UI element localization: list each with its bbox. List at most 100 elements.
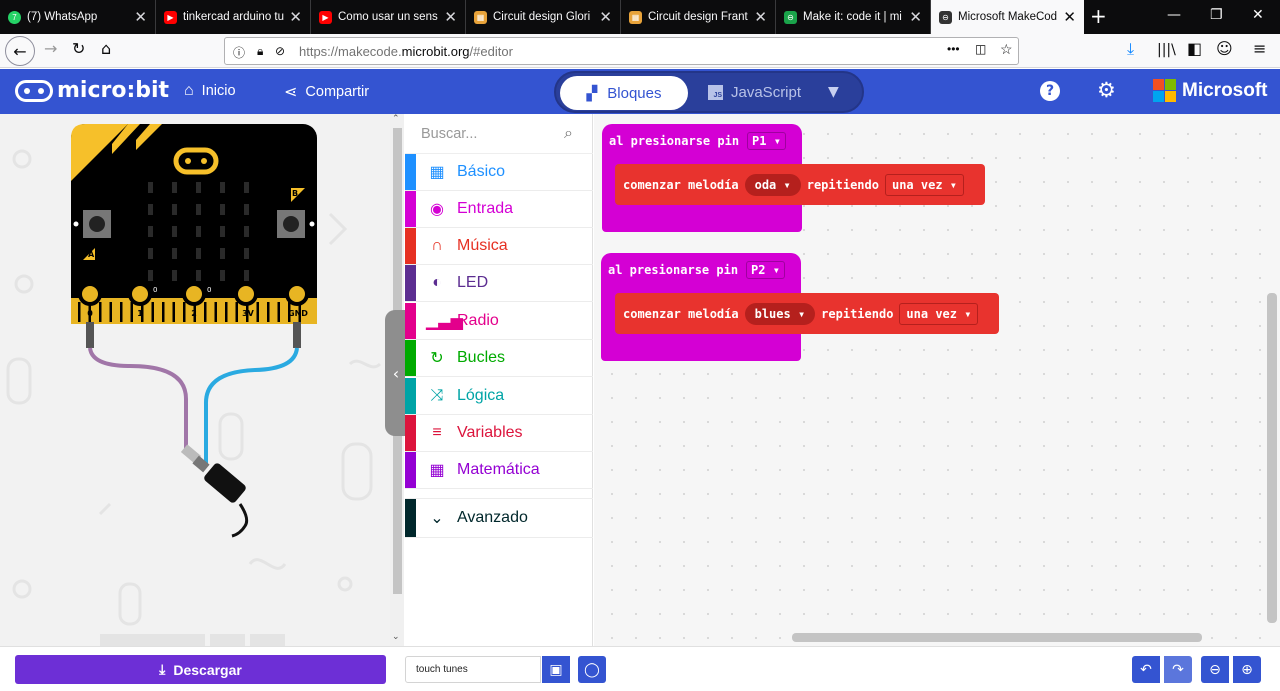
- close-icon[interactable]: ✕: [754, 8, 767, 26]
- tab-youtube-tinkercad[interactable]: ▶ tinkercad arduino tu ✕: [156, 0, 311, 34]
- led: [244, 270, 249, 281]
- pin-dropdown[interactable]: P1 ▾: [747, 132, 786, 150]
- pin-gnd[interactable]: [285, 282, 309, 306]
- led: [148, 204, 153, 215]
- category-label: Avanzado: [457, 509, 528, 526]
- category-entrada[interactable]: ◉ Entrada: [405, 191, 593, 228]
- led: [244, 226, 249, 237]
- melody-dropdown[interactable]: blues ▾: [744, 302, 816, 325]
- tab-circuit-frant[interactable]: ▦ Circuit design Frant ✕: [621, 0, 776, 34]
- github-button[interactable]: ◯: [578, 656, 606, 683]
- pin-0[interactable]: [78, 282, 102, 306]
- close-icon[interactable]: ✕: [444, 8, 457, 26]
- button-a[interactable]: [83, 210, 111, 238]
- collapse-simulator-button[interactable]: ‹: [385, 310, 407, 436]
- list-icon: ≡: [432, 424, 442, 441]
- tab-blocks[interactable]: ▞ Bloques: [560, 76, 688, 110]
- help-icon[interactable]: ?: [1040, 81, 1060, 101]
- category-matematica[interactable]: ▦ Matemática: [405, 452, 593, 489]
- close-icon[interactable]: ✕: [289, 8, 302, 26]
- category-led[interactable]: ◐ LED: [405, 265, 593, 302]
- led: [220, 248, 225, 259]
- pin-1[interactable]: [128, 282, 152, 306]
- home-button[interactable]: ⌂: [101, 39, 111, 58]
- category-label: Lógica: [457, 387, 505, 404]
- close-icon[interactable]: ✕: [134, 8, 147, 26]
- repeat-value: una vez: [906, 306, 957, 321]
- play-melody-block[interactable]: comenzar melodía oda ▾ repitiendo una ve…: [615, 164, 985, 205]
- share-link[interactable]: ⋖ Compartir: [284, 82, 369, 102]
- info-icon[interactable]: ⓘ: [233, 44, 245, 61]
- chevron-down-icon[interactable]: ▼: [828, 84, 839, 100]
- downloads-icon[interactable]: ⤓: [1127, 39, 1134, 59]
- tab-circuit-glori[interactable]: ▦ Circuit design Glori ✕: [466, 0, 621, 34]
- url-bar[interactable]: ⓘ 🔒︎ ⊘ https://makecode.microbit.org/#ed…: [224, 37, 1019, 65]
- lock-icon[interactable]: 🔒︎: [257, 44, 263, 59]
- chevron-down-icon[interactable]: ⌄: [392, 632, 400, 642]
- category-basico[interactable]: ▦ Básico: [405, 154, 593, 191]
- menu-icon[interactable]: ≡: [1253, 39, 1266, 58]
- event-label: al presionarse pin: [609, 134, 740, 148]
- download-button[interactable]: ⤓ Descargar: [15, 655, 386, 684]
- led: [220, 204, 225, 215]
- github-icon: ◯: [584, 661, 600, 678]
- undo-button[interactable]: ↶: [1132, 656, 1160, 683]
- workspace-horizontal-scrollbar[interactable]: [792, 633, 1202, 642]
- account-icon[interactable]: ☺: [1216, 39, 1233, 58]
- pin-2[interactable]: [182, 282, 206, 306]
- pocket-icon[interactable]: ◫: [975, 42, 986, 56]
- reload-button[interactable]: ↻: [72, 39, 85, 58]
- category-musica[interactable]: ∩ Música: [405, 228, 593, 265]
- repeat-dropdown[interactable]: una vez ▾: [899, 302, 979, 325]
- pin-3v[interactable]: [234, 282, 258, 306]
- project-name-value: touch tunes: [416, 664, 468, 675]
- chevron-up-icon[interactable]: ⌃: [392, 114, 400, 124]
- redo-button[interactable]: ↷: [1164, 656, 1192, 683]
- project-name-input[interactable]: touch tunes: [405, 656, 541, 683]
- page-actions-icon[interactable]: •••: [947, 42, 960, 56]
- category-avanzado[interactable]: ⌄ Avanzado: [405, 498, 593, 538]
- sidebar-icon[interactable]: ◧: [1187, 39, 1202, 58]
- category-variables[interactable]: ≡ Variables: [405, 415, 593, 452]
- led: [220, 270, 225, 281]
- permissions-icon[interactable]: ⊘: [275, 44, 285, 58]
- tab-title: Microsoft MakeCod: [958, 11, 1058, 23]
- home-link[interactable]: ⌂ Inicio: [184, 82, 236, 100]
- category-label: Variables: [457, 424, 523, 441]
- pin-dropdown[interactable]: P2 ▾: [746, 261, 785, 279]
- microsoft-logo[interactable]: Microsoft: [1153, 79, 1268, 102]
- forward-button[interactable]: →: [44, 39, 57, 58]
- microsoft-squares-icon: [1153, 79, 1176, 102]
- tab-whatsapp[interactable]: 7 (7) WhatsApp ✕: [0, 0, 156, 34]
- gear-icon[interactable]: ⚙: [1097, 78, 1116, 102]
- button-b[interactable]: [277, 210, 305, 238]
- close-icon[interactable]: ✕: [909, 8, 922, 26]
- zoom-in-button[interactable]: ⊕: [1233, 656, 1261, 683]
- pin-label: GND: [288, 309, 308, 318]
- melody-dropdown[interactable]: oda ▾: [744, 173, 801, 196]
- library-icon[interactable]: |||\: [1157, 42, 1176, 58]
- close-window-icon[interactable]: ✕: [1252, 7, 1264, 23]
- new-tab-icon[interactable]: +: [1090, 4, 1107, 28]
- tab-javascript[interactable]: JS JavaScript: [708, 84, 801, 101]
- repeat-dropdown[interactable]: una vez ▾: [884, 173, 965, 196]
- category-radio[interactable]: ▁▃▅ Radio: [405, 303, 593, 340]
- close-icon[interactable]: ✕: [1063, 8, 1076, 26]
- zoom-out-button[interactable]: ⊖: [1201, 656, 1229, 683]
- play-melody-block[interactable]: comenzar melodía blues ▾ repitiendo una …: [615, 293, 999, 334]
- tab-make-it-code-it[interactable]: ⊖ Make it: code it | mi ✕: [776, 0, 931, 34]
- category-logica[interactable]: ⤨ Lógica: [405, 378, 593, 415]
- workspace-vertical-scrollbar[interactable]: [1267, 293, 1277, 623]
- bookmark-star-icon[interactable]: ☆: [1000, 41, 1013, 58]
- save-button[interactable]: ▣: [542, 656, 570, 683]
- tab-youtube-sensor[interactable]: ▶ Como usar un sens ✕: [311, 0, 466, 34]
- microbit-logo[interactable]: micro:bit: [15, 78, 169, 103]
- minimize-icon[interactable]: —: [1167, 7, 1181, 23]
- loop-icon: ↻: [430, 350, 444, 367]
- category-bucles[interactable]: ↻ Bucles: [405, 340, 593, 377]
- search-icon[interactable]: ⌕: [564, 123, 573, 143]
- close-icon[interactable]: ✕: [599, 8, 612, 26]
- back-button[interactable]: ←: [5, 36, 35, 66]
- restore-icon[interactable]: ❐: [1210, 7, 1223, 23]
- tab-microsoft-makecode[interactable]: ⊖ Microsoft MakeCod ✕: [931, 0, 1084, 34]
